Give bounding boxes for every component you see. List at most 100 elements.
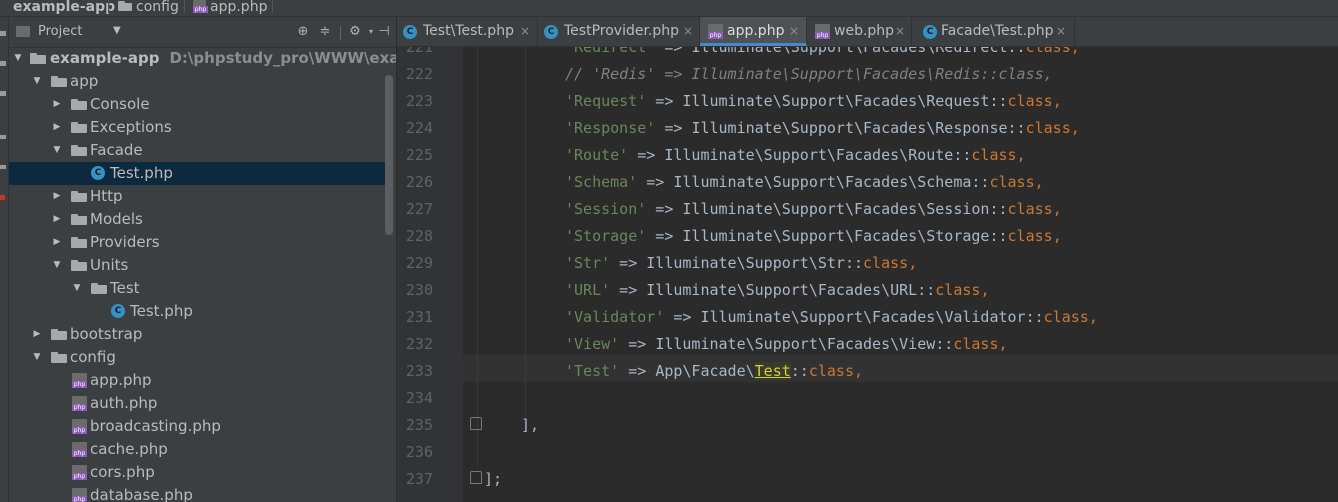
chevron-down-icon[interactable]: ▼ xyxy=(51,254,63,277)
tree-item-file-selected[interactable]: C Test.php xyxy=(9,162,387,185)
php-file-icon xyxy=(815,24,830,39)
chevron-down-icon[interactable]: ▼ xyxy=(31,70,43,93)
tab-facade-test-php[interactable]: C Facade\Test.php × xyxy=(912,17,1075,46)
close-icon[interactable]: × xyxy=(520,17,530,46)
tree-item-folder[interactable]: ▶ Exceptions xyxy=(9,116,387,139)
chevron-right-icon[interactable]: ▶ xyxy=(51,93,63,116)
array-key-string: 'Response' xyxy=(565,119,656,137)
tab-test-test-php[interactable]: C Test\Test.php × xyxy=(397,17,538,46)
tree-item-file[interactable]: auth.php xyxy=(9,392,387,415)
project-tree-scrollbar[interactable] xyxy=(385,75,393,235)
folder-icon xyxy=(30,53,46,64)
project-tool-tab[interactable] xyxy=(0,91,6,96)
chevron-down-icon[interactable]: ▼ xyxy=(113,25,121,36)
structure-tool-tab[interactable] xyxy=(0,135,6,139)
breadcrumb-project[interactable]: example-app xyxy=(13,0,115,16)
tree-item-folder[interactable]: ▶ Providers xyxy=(9,231,387,254)
locate-file-icon[interactable]: ⊕ xyxy=(294,23,312,41)
class-name: URL xyxy=(890,281,918,299)
tree-item-file[interactable]: app.php xyxy=(9,369,387,392)
tree-item-label: cors.php xyxy=(90,463,155,481)
tab-app-php[interactable]: app.php × xyxy=(700,17,807,46)
chevron-down-icon[interactable]: ▼ xyxy=(51,139,63,162)
tree-item-project-root[interactable]: ▼ example-appD:\phpstudy_pro\WWW\example… xyxy=(9,47,396,70)
collapse-all-icon[interactable]: ≑ xyxy=(316,23,334,41)
chevron-right-icon[interactable]: ▶ xyxy=(51,185,63,208)
code-text: ], xyxy=(521,416,540,434)
breadcrumb-folder[interactable]: config xyxy=(136,0,179,16)
close-icon[interactable]: × xyxy=(1056,17,1066,46)
folder-icon xyxy=(71,99,87,110)
close-icon[interactable]: × xyxy=(895,17,905,46)
folder-icon xyxy=(51,76,67,87)
tree-item-file[interactable]: cors.php xyxy=(9,461,387,484)
arrow-operator: => xyxy=(610,254,647,272)
namespace-path: Illuminate\Support\Facades\ xyxy=(682,200,927,218)
project-panel-title[interactable]: Project xyxy=(38,24,82,39)
class-keyword: class xyxy=(1007,200,1053,218)
breadcrumb-file[interactable]: app.php xyxy=(210,0,267,16)
namespace-path: Illuminate\Support\Facades\ xyxy=(646,281,891,299)
structure-tool-tab[interactable] xyxy=(0,165,6,169)
tree-item-folder[interactable]: ▶ Http xyxy=(9,185,387,208)
tree-item-folder[interactable]: ▼ app xyxy=(9,70,387,93)
tree-item-file[interactable]: broadcasting.php xyxy=(9,415,387,438)
chevron-right-icon[interactable]: ▶ xyxy=(51,231,63,254)
hide-panel-icon[interactable]: ⊣ xyxy=(375,23,393,41)
tree-item-label: app.php xyxy=(90,371,152,389)
trailing-comma: , xyxy=(1070,47,1080,56)
chevron-down-icon[interactable]: ▼ xyxy=(31,346,43,369)
tree-item-folder[interactable]: ▼ Facade xyxy=(9,139,387,162)
tab-label: TestProvider.php xyxy=(564,23,680,39)
class-name: Session xyxy=(926,200,990,218)
trailing-comma: , xyxy=(1016,146,1026,164)
close-icon[interactable]: × xyxy=(683,17,693,46)
fold-marker-icon[interactable] xyxy=(470,471,482,484)
tab-web-php[interactable]: web.php × xyxy=(808,17,912,46)
project-view-icon xyxy=(16,26,30,37)
code-editor[interactable]: 221 'Redirect' => Illuminate\Support\Faca… xyxy=(397,47,1338,502)
tree-item-label: Models xyxy=(90,210,143,228)
code-line: 'Test' => App\Facade\Test::class, xyxy=(565,362,863,380)
project-tool-tab[interactable] xyxy=(0,61,6,66)
code-line: 'URL' => Illuminate\Support\Facades\URL:… xyxy=(565,281,989,299)
chevron-down-icon[interactable]: ▼ xyxy=(12,47,24,70)
tree-item-file[interactable]: cache.php xyxy=(9,438,387,461)
breadcrumb: example-app config app.php xyxy=(0,0,1338,17)
tree-item-folder[interactable]: ▶ Console xyxy=(9,93,387,116)
trailing-comma: , xyxy=(1034,173,1044,191)
tree-item-folder[interactable]: ▶ Models xyxy=(9,208,387,231)
arrow-operator: => xyxy=(646,92,683,110)
scope-operator: :: xyxy=(917,281,936,299)
tab-testprovider-php[interactable]: C TestProvider.php × xyxy=(538,17,700,46)
tree-item-label: auth.php xyxy=(90,394,158,412)
class-name: Str xyxy=(817,254,845,272)
project-tool-tab[interactable] xyxy=(0,31,6,36)
chevron-right-icon[interactable]: ▶ xyxy=(31,323,43,346)
class-keyword: class xyxy=(1025,119,1071,137)
chevron-right-icon[interactable]: ▶ xyxy=(51,116,63,139)
trailing-comma: , xyxy=(980,281,990,299)
tree-item-folder[interactable]: ▼ Test xyxy=(9,277,387,300)
namespace-path: Illuminate\Support\Facades\ xyxy=(682,227,927,245)
tree-item-folder[interactable]: ▶ bootstrap xyxy=(9,323,387,346)
chevron-down-icon[interactable]: ▼ xyxy=(71,277,83,300)
tree-item-folder[interactable]: ▼ config xyxy=(9,346,387,369)
line-number: 229 xyxy=(405,254,433,272)
arrow-operator: => xyxy=(655,47,692,56)
fold-marker-icon[interactable] xyxy=(470,417,482,430)
tree-item-label: Console xyxy=(90,95,150,113)
tree-item-file[interactable]: database.php xyxy=(9,484,387,502)
array-key-string: 'URL' xyxy=(565,281,611,299)
array-key-string: 'Schema' xyxy=(565,173,638,191)
close-icon[interactable]: × xyxy=(789,17,799,46)
line-number: 237 xyxy=(405,470,433,488)
tree-item-file[interactable]: C Test.php xyxy=(9,300,387,323)
namespace-path: Illuminate\Support\Facades\ xyxy=(700,308,945,326)
chevron-right-icon[interactable]: ▶ xyxy=(51,208,63,231)
tree-item-folder[interactable]: ▼ Units xyxy=(9,254,387,277)
arrow-operator: => xyxy=(664,308,701,326)
array-key-string: 'Str' xyxy=(565,254,611,272)
class-keyword: class xyxy=(971,146,1017,164)
array-key-string: 'Redirect' xyxy=(565,47,656,56)
